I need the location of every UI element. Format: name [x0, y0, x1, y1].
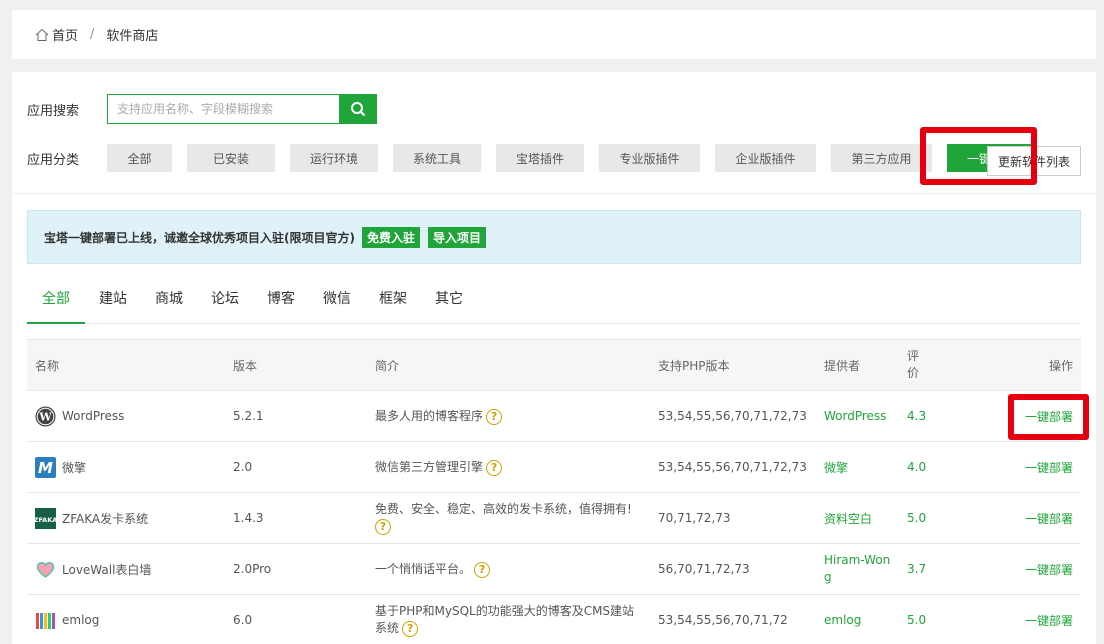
heart-icon	[35, 559, 56, 580]
software-store-panel: 应用搜索 应用分类 全部 已安装 运行环境 系统工具 宝塔插件 专业版插件 企业…	[12, 72, 1096, 644]
app-provider[interactable]: emlog	[816, 594, 901, 644]
deploy-tabs: 全部 建站 商城 论坛 博客 微信 框架 其它	[27, 280, 1081, 324]
header-name: 名称	[27, 339, 225, 391]
search-label: 应用搜索	[27, 103, 80, 119]
header-op: 操作	[931, 339, 1081, 391]
app-version: 2.0	[225, 441, 367, 493]
search-icon	[350, 101, 366, 117]
category-label: 应用分类	[27, 152, 80, 168]
breadcrumb-current: 软件商店	[106, 29, 159, 44]
table-row: LoveWall表白墙 2.0Pro 一个悄悄话平台。? 56,70,71,72…	[27, 543, 1081, 595]
app-desc: 微信第三方管理引擎	[375, 460, 484, 475]
app-php: 70,71,72,73	[650, 492, 816, 544]
category-runtime[interactable]: 运行环境	[290, 144, 378, 172]
app-version: 5.2.1	[225, 390, 367, 442]
import-project-button[interactable]: 导入项目	[428, 226, 487, 248]
header-version: 版本	[225, 339, 367, 391]
deploy-table: 名称 版本 简介 支持PHP版本 提供者 评价 操作 W WordPress 5…	[27, 339, 1081, 644]
app-provider[interactable]: 微擎	[816, 441, 901, 493]
app-desc: 一个悄悄话平台。	[375, 562, 472, 577]
app-rating: 5.0	[907, 510, 927, 525]
category-pro-plugins[interactable]: 专业版插件	[599, 144, 700, 172]
app-version: 1.4.3	[225, 492, 367, 544]
free-join-button[interactable]: 免费入驻	[361, 226, 420, 248]
tab-shop[interactable]: 商城	[141, 280, 197, 324]
weengine-icon: M	[35, 456, 56, 478]
svg-text:W: W	[38, 410, 52, 423]
help-icon[interactable]: ?	[402, 620, 419, 637]
app-php: 53,54,55,56,70,71,72	[650, 594, 816, 644]
tab-website[interactable]: 建站	[85, 280, 141, 324]
category-third-party[interactable]: 第三方应用	[831, 144, 932, 172]
app-name: ZFAKA发卡系统	[62, 511, 149, 526]
app-name: emlog	[62, 613, 100, 627]
table-row: M 微擎 2.0 微信第三方管理引擎? 53,54,55,56,70,71,72…	[27, 441, 1081, 493]
app-rating: 3.7	[907, 561, 927, 576]
one-click-deploy-link[interactable]: 一键部署	[1025, 614, 1073, 628]
app-desc: 免费、安全、稳定、高效的发卡系统，值得拥有!	[375, 502, 632, 516]
help-icon[interactable]: ?	[486, 408, 503, 425]
app-provider[interactable]: Hiram-Wong	[816, 543, 901, 595]
category-installed[interactable]: 已安装	[187, 144, 275, 172]
wordpress-icon: W	[35, 406, 56, 427]
app-provider[interactable]: 资料空白	[816, 492, 901, 544]
search-row: 应用搜索	[27, 94, 377, 124]
header-desc: 简介	[367, 339, 650, 391]
app-name: WordPress	[62, 409, 125, 423]
header-php: 支持PHP版本	[650, 339, 816, 391]
category-system-tools[interactable]: 系统工具	[393, 144, 481, 172]
search-button[interactable]	[339, 94, 377, 124]
one-click-deploy-link[interactable]: 一键部署	[1025, 461, 1073, 475]
tab-wechat[interactable]: 微信	[309, 280, 365, 324]
deploy-notice: 宝塔一键部署已上线，诚邀全球优秀项目入驻(限项目官方) 免费入驻 导入项目	[27, 210, 1081, 264]
app-rating: 5.0	[907, 612, 927, 627]
table-header-row: 名称 版本 简介 支持PHP版本 提供者 评价 操作	[27, 339, 1081, 391]
app-name: 微擎	[62, 460, 87, 475]
tab-forum[interactable]: 论坛	[197, 280, 253, 324]
home-icon	[35, 28, 49, 42]
help-icon[interactable]: ?	[375, 518, 391, 535]
help-icon[interactable]: ?	[486, 459, 503, 476]
app-rating: 4.3	[907, 408, 927, 423]
table-row: W WordPress 5.2.1 最多人用的博客程序? 53,54,55,56…	[27, 390, 1081, 442]
svg-text:M: M	[38, 459, 53, 477]
app-name: LoveWall表白墙	[62, 562, 152, 577]
app-php: 53,54,55,56,70,71,72,73	[650, 390, 816, 442]
app-php: 53,54,55,56,70,71,72,73	[650, 441, 816, 493]
svg-text:ZFAKA: ZFAKA	[35, 516, 56, 524]
tab-other[interactable]: 其它	[421, 280, 477, 324]
emlog-icon	[35, 610, 56, 631]
notice-text: 宝塔一键部署已上线，诚邀全球优秀项目入驻(限项目官方)	[44, 230, 355, 245]
category-enterprise-plugins[interactable]: 企业版插件	[715, 144, 816, 172]
app-rating: 4.0	[907, 459, 927, 474]
app-version: 2.0Pro	[225, 543, 367, 595]
category-row: 应用分类 全部 已安装 运行环境 系统工具 宝塔插件 专业版插件 企业版插件 第…	[27, 144, 1050, 172]
help-icon[interactable]: ?	[474, 561, 491, 578]
breadcrumb-home-link[interactable]: 首页	[52, 25, 78, 44]
breadcrumb: 首页 / 软件商店	[12, 10, 1096, 59]
app-provider[interactable]: WordPress	[816, 390, 901, 442]
one-click-deploy-link[interactable]: 一键部署	[1025, 410, 1073, 424]
header-rating: 评价	[901, 339, 931, 391]
divider	[12, 193, 1096, 194]
tab-blog[interactable]: 博客	[253, 280, 309, 324]
category-bt-plugins[interactable]: 宝塔插件	[496, 144, 584, 172]
table-row: emlog 6.0 基于PHP和MySQL的功能强大的博客及CMS建站系统? 5…	[27, 594, 1081, 644]
update-software-list-button[interactable]: 更新软件列表	[987, 146, 1082, 176]
category-all[interactable]: 全部	[107, 144, 172, 172]
app-php: 56,70,71,72,73	[650, 543, 816, 595]
header-provider: 提供者	[816, 339, 901, 391]
app-desc: 最多人用的博客程序	[375, 409, 484, 424]
table-row: ZFAKA ZFAKA发卡系统 1.4.3 免费、安全、稳定、高效的发卡系统，值…	[27, 492, 1081, 544]
zfaka-icon: ZFAKA	[35, 507, 56, 529]
one-click-deploy-link[interactable]: 一键部署	[1025, 512, 1073, 526]
search-input[interactable]	[107, 94, 339, 124]
breadcrumb-separator: /	[90, 27, 95, 42]
tab-framework[interactable]: 框架	[365, 280, 421, 324]
tab-all[interactable]: 全部	[27, 280, 85, 324]
one-click-deploy-link[interactable]: 一键部署	[1025, 563, 1073, 577]
app-version: 6.0	[225, 594, 367, 644]
